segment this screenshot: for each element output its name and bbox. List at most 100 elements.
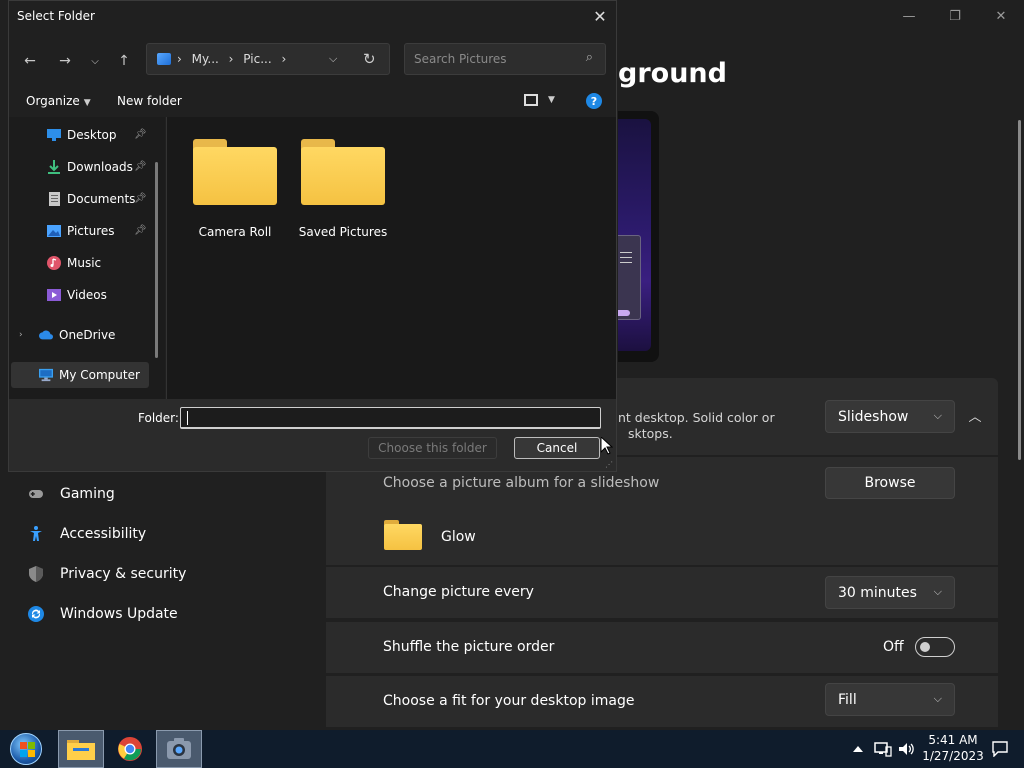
view-icon[interactable] [524, 94, 538, 106]
navigation-bar: ← → ⌵ ↑ › My... › Pic... › ⌵ ↻ Search Pi… [9, 33, 616, 85]
chrome-icon [118, 737, 142, 761]
background-description: nt desktop. Solid color or sktops. [618, 410, 775, 441]
chevron-down-icon: ⌵ [933, 585, 942, 598]
sidebar-item-accessibility[interactable]: Accessibility [28, 519, 146, 549]
navigation-pane-scrollbar[interactable] [155, 162, 158, 358]
back-arrow-icon[interactable]: ← [18, 49, 42, 73]
select-folder-dialog: Select Folder ✕ ← → ⌵ ↑ › My... › Pic...… [8, 0, 617, 472]
pin-icon: 📌︎ [134, 225, 147, 236]
network-icon[interactable] [874, 730, 892, 768]
organize-button[interactable]: Organize ▼ [26, 94, 91, 108]
folder-input[interactable] [180, 407, 601, 429]
close-button[interactable]: ✕ [978, 0, 1024, 32]
folder-item-saved-pictures[interactable]: Saved Pictures [293, 139, 393, 239]
volume-icon[interactable] [898, 730, 916, 768]
change-picture-row: Change picture every 30 minutes ⌵ [326, 567, 998, 618]
chevron-down-icon: ▼ [83, 98, 91, 108]
shuffle-toggle[interactable] [915, 637, 955, 657]
choose-folder-button[interactable]: Choose this folder [368, 437, 497, 459]
breadcrumb-pictures[interactable]: Pic... [243, 52, 271, 66]
tree-item-music[interactable]: Music [47, 250, 101, 276]
forward-arrow-icon[interactable]: → [53, 49, 77, 73]
minimize-button[interactable]: — [886, 0, 932, 32]
clock-date: 1/27/2023 [922, 749, 984, 763]
dialog-title: Select Folder [17, 9, 95, 23]
file-list: Camera Roll Saved Pictures [167, 117, 616, 399]
breadcrumb: › My... › Pic... › [177, 52, 292, 66]
pictures-icon [47, 224, 61, 238]
up-arrow-icon[interactable]: ↑ [112, 49, 136, 73]
taskbar-clock[interactable]: 5:41 AM 1/27/2023 [918, 732, 988, 764]
tree-item-my-computer[interactable]: My Computer [11, 362, 149, 388]
refresh-icon[interactable]: ↻ [363, 50, 376, 68]
new-folder-button[interactable]: New folder [117, 94, 182, 108]
preview-lines [620, 248, 632, 267]
maximize-button[interactable]: ❐ [932, 0, 978, 32]
search-icon: ⌕ [585, 50, 593, 65]
desktop-icon [47, 128, 61, 142]
tree-item-pictures[interactable]: Pictures [47, 218, 115, 244]
windows-logo-icon [10, 733, 42, 765]
browse-button[interactable]: Browse [825, 467, 955, 499]
recent-chevron-icon[interactable]: ⌵ [83, 49, 107, 73]
tree-item-documents[interactable]: Documents [47, 186, 135, 212]
chevron-up-icon[interactable]: ︿ [962, 402, 988, 428]
background-type-dropdown[interactable]: Slideshow ⌵ [825, 400, 955, 433]
desktop-preview [618, 111, 659, 362]
sidebar-item-privacy[interactable]: Privacy & security [28, 559, 186, 589]
clock-time: 5:41 AM [928, 733, 978, 747]
search-input[interactable]: Search Pictures [414, 52, 507, 66]
resize-grip-icon[interactable]: ⋰ [605, 460, 613, 469]
cancel-button[interactable]: Cancel [514, 437, 600, 459]
interval-dropdown[interactable]: 30 minutes ⌵ [825, 576, 955, 609]
shield-icon [28, 566, 44, 582]
chevron-down-icon: ⌵ [933, 692, 942, 705]
album-name[interactable]: Glow [441, 529, 476, 545]
breadcrumb-my[interactable]: My... [192, 52, 219, 66]
taskbar-chrome[interactable] [107, 730, 153, 768]
address-dropdown-icon[interactable]: ⌵ [329, 52, 337, 66]
search-box[interactable]: Search Pictures ⌕ [404, 43, 606, 75]
folder-item-camera-roll[interactable]: Camera Roll [185, 139, 285, 239]
taskbar-settings[interactable] [156, 730, 202, 768]
shuffle-state: Off [883, 639, 904, 655]
notifications-icon[interactable] [992, 730, 1008, 768]
breadcrumb-chevron-icon: › [177, 52, 182, 66]
breadcrumb-chevron-icon: › [228, 52, 234, 66]
folder-icon [384, 520, 422, 550]
dialog-close-button[interactable]: ✕ [584, 1, 616, 31]
slideshow-album-section: Choose a picture album for a slideshow B… [326, 457, 998, 565]
dialog-footer: Folder: Choose this folder Cancel ⋰ [9, 399, 616, 471]
accessibility-icon [28, 526, 44, 542]
sidebar-item-windows-update[interactable]: Windows Update [28, 599, 178, 629]
shuffle-row: Shuffle the picture order Off [326, 622, 998, 673]
fit-row: Choose a fit for your desktop image Fill… [326, 676, 998, 727]
tree-item-onedrive[interactable]: OneDrive [39, 322, 115, 348]
tree-item-downloads[interactable]: Downloads [47, 154, 133, 180]
change-picture-label: Change picture every [383, 584, 534, 600]
start-button[interactable] [6, 732, 46, 766]
computer-icon [39, 368, 53, 382]
chevron-down-icon: ⌵ [933, 409, 942, 422]
address-bar[interactable]: › My... › Pic... › ⌵ ↻ [146, 43, 390, 75]
settings-app-icon [167, 738, 191, 759]
help-icon[interactable]: ? [586, 93, 602, 109]
pin-icon: 📌︎ [134, 193, 147, 204]
view-options-chevron-icon[interactable]: ▼ [548, 95, 555, 105]
tree-item-desktop[interactable]: Desktop [47, 122, 117, 148]
settings-scrollbar[interactable] [1018, 120, 1021, 460]
fit-dropdown[interactable]: Fill ⌵ [825, 683, 955, 716]
tray-overflow-icon[interactable] [853, 730, 863, 768]
expand-chevron-icon[interactable]: › [19, 330, 23, 340]
folder-icon [193, 139, 277, 205]
breadcrumb-chevron-icon: › [281, 52, 287, 66]
taskbar-file-explorer[interactable] [58, 730, 104, 768]
download-icon [47, 160, 61, 174]
folder-label: Folder: [138, 411, 179, 425]
document-icon [47, 192, 61, 206]
text-caret [187, 411, 188, 425]
gamepad-icon [28, 486, 44, 502]
sidebar-item-gaming[interactable]: Gaming [28, 479, 115, 509]
update-icon [28, 606, 44, 622]
tree-item-videos[interactable]: Videos [47, 282, 107, 308]
